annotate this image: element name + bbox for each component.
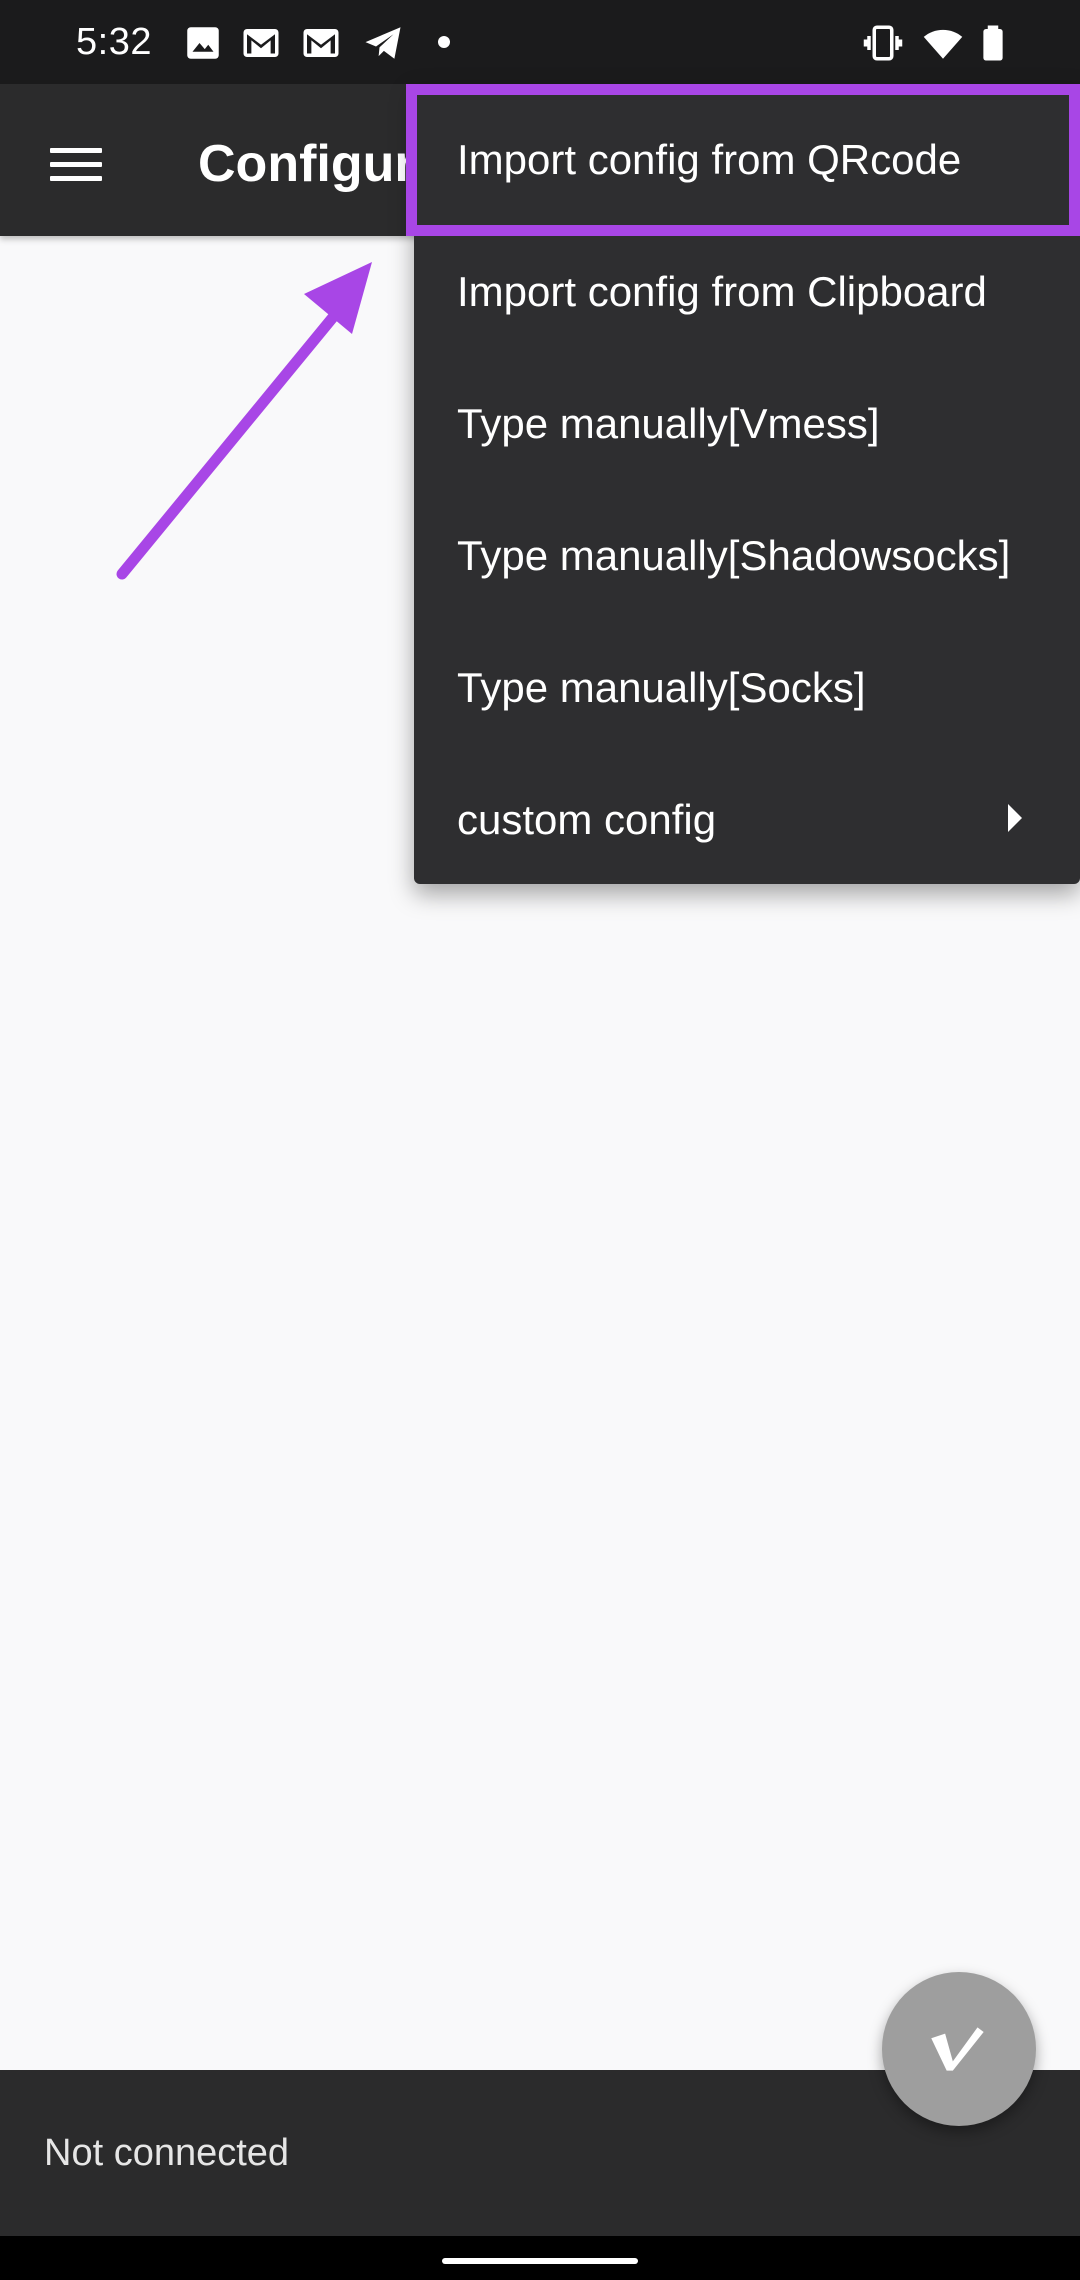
gmail-icon [303,29,339,57]
telegram-icon [365,27,401,59]
wifi-icon [923,29,963,59]
hamburger-icon [50,148,102,153]
hamburger-icon-line [50,176,102,181]
navigation-menu-button[interactable] [38,126,114,202]
menu-item-label: Type manually[Vmess] [457,400,880,447]
status-time: 5:32 [76,21,152,63]
menu-item-type-vmess[interactable]: Type manually[Vmess] [414,358,1080,490]
menu-item-label: Type manually[Shadowsocks] [457,532,1011,579]
menu-item-custom-config[interactable]: custom config [414,754,1080,886]
connect-fab-button[interactable] [882,1972,1036,2126]
menu-item-label: Type manually[Socks] [457,664,866,711]
hamburger-icon-line [50,162,102,167]
vibrate-icon [863,25,903,61]
connection-status-text: Not connected [44,2132,290,2174]
home-gesture-handle[interactable] [442,2258,638,2264]
status-bar: 5:32 [0,0,1080,84]
menu-item-type-shadowsocks[interactable]: Type manually[Shadowsocks] [414,490,1080,622]
system-navigation-bar [0,2236,1080,2280]
menu-item-import-qrcode[interactable]: Import config from QRcode [414,94,1080,226]
menu-item-label: Import config from Clipboard [457,268,987,315]
v-logo-icon [931,2027,984,2071]
battery-icon [983,25,1003,61]
gmail-icon [243,29,279,57]
dot-icon [438,36,450,48]
submenu-arrow-icon [1008,804,1022,832]
menu-item-type-socks[interactable]: Type manually[Socks] [414,622,1080,754]
add-config-dropdown-menu: Import config from QRcode Import config … [414,84,1080,884]
menu-item-import-clipboard[interactable]: Import config from Clipboard [414,226,1080,358]
menu-item-label: custom config [457,796,717,843]
menu-item-label: Import config from QRcode [457,136,962,183]
image-icon [187,27,219,59]
